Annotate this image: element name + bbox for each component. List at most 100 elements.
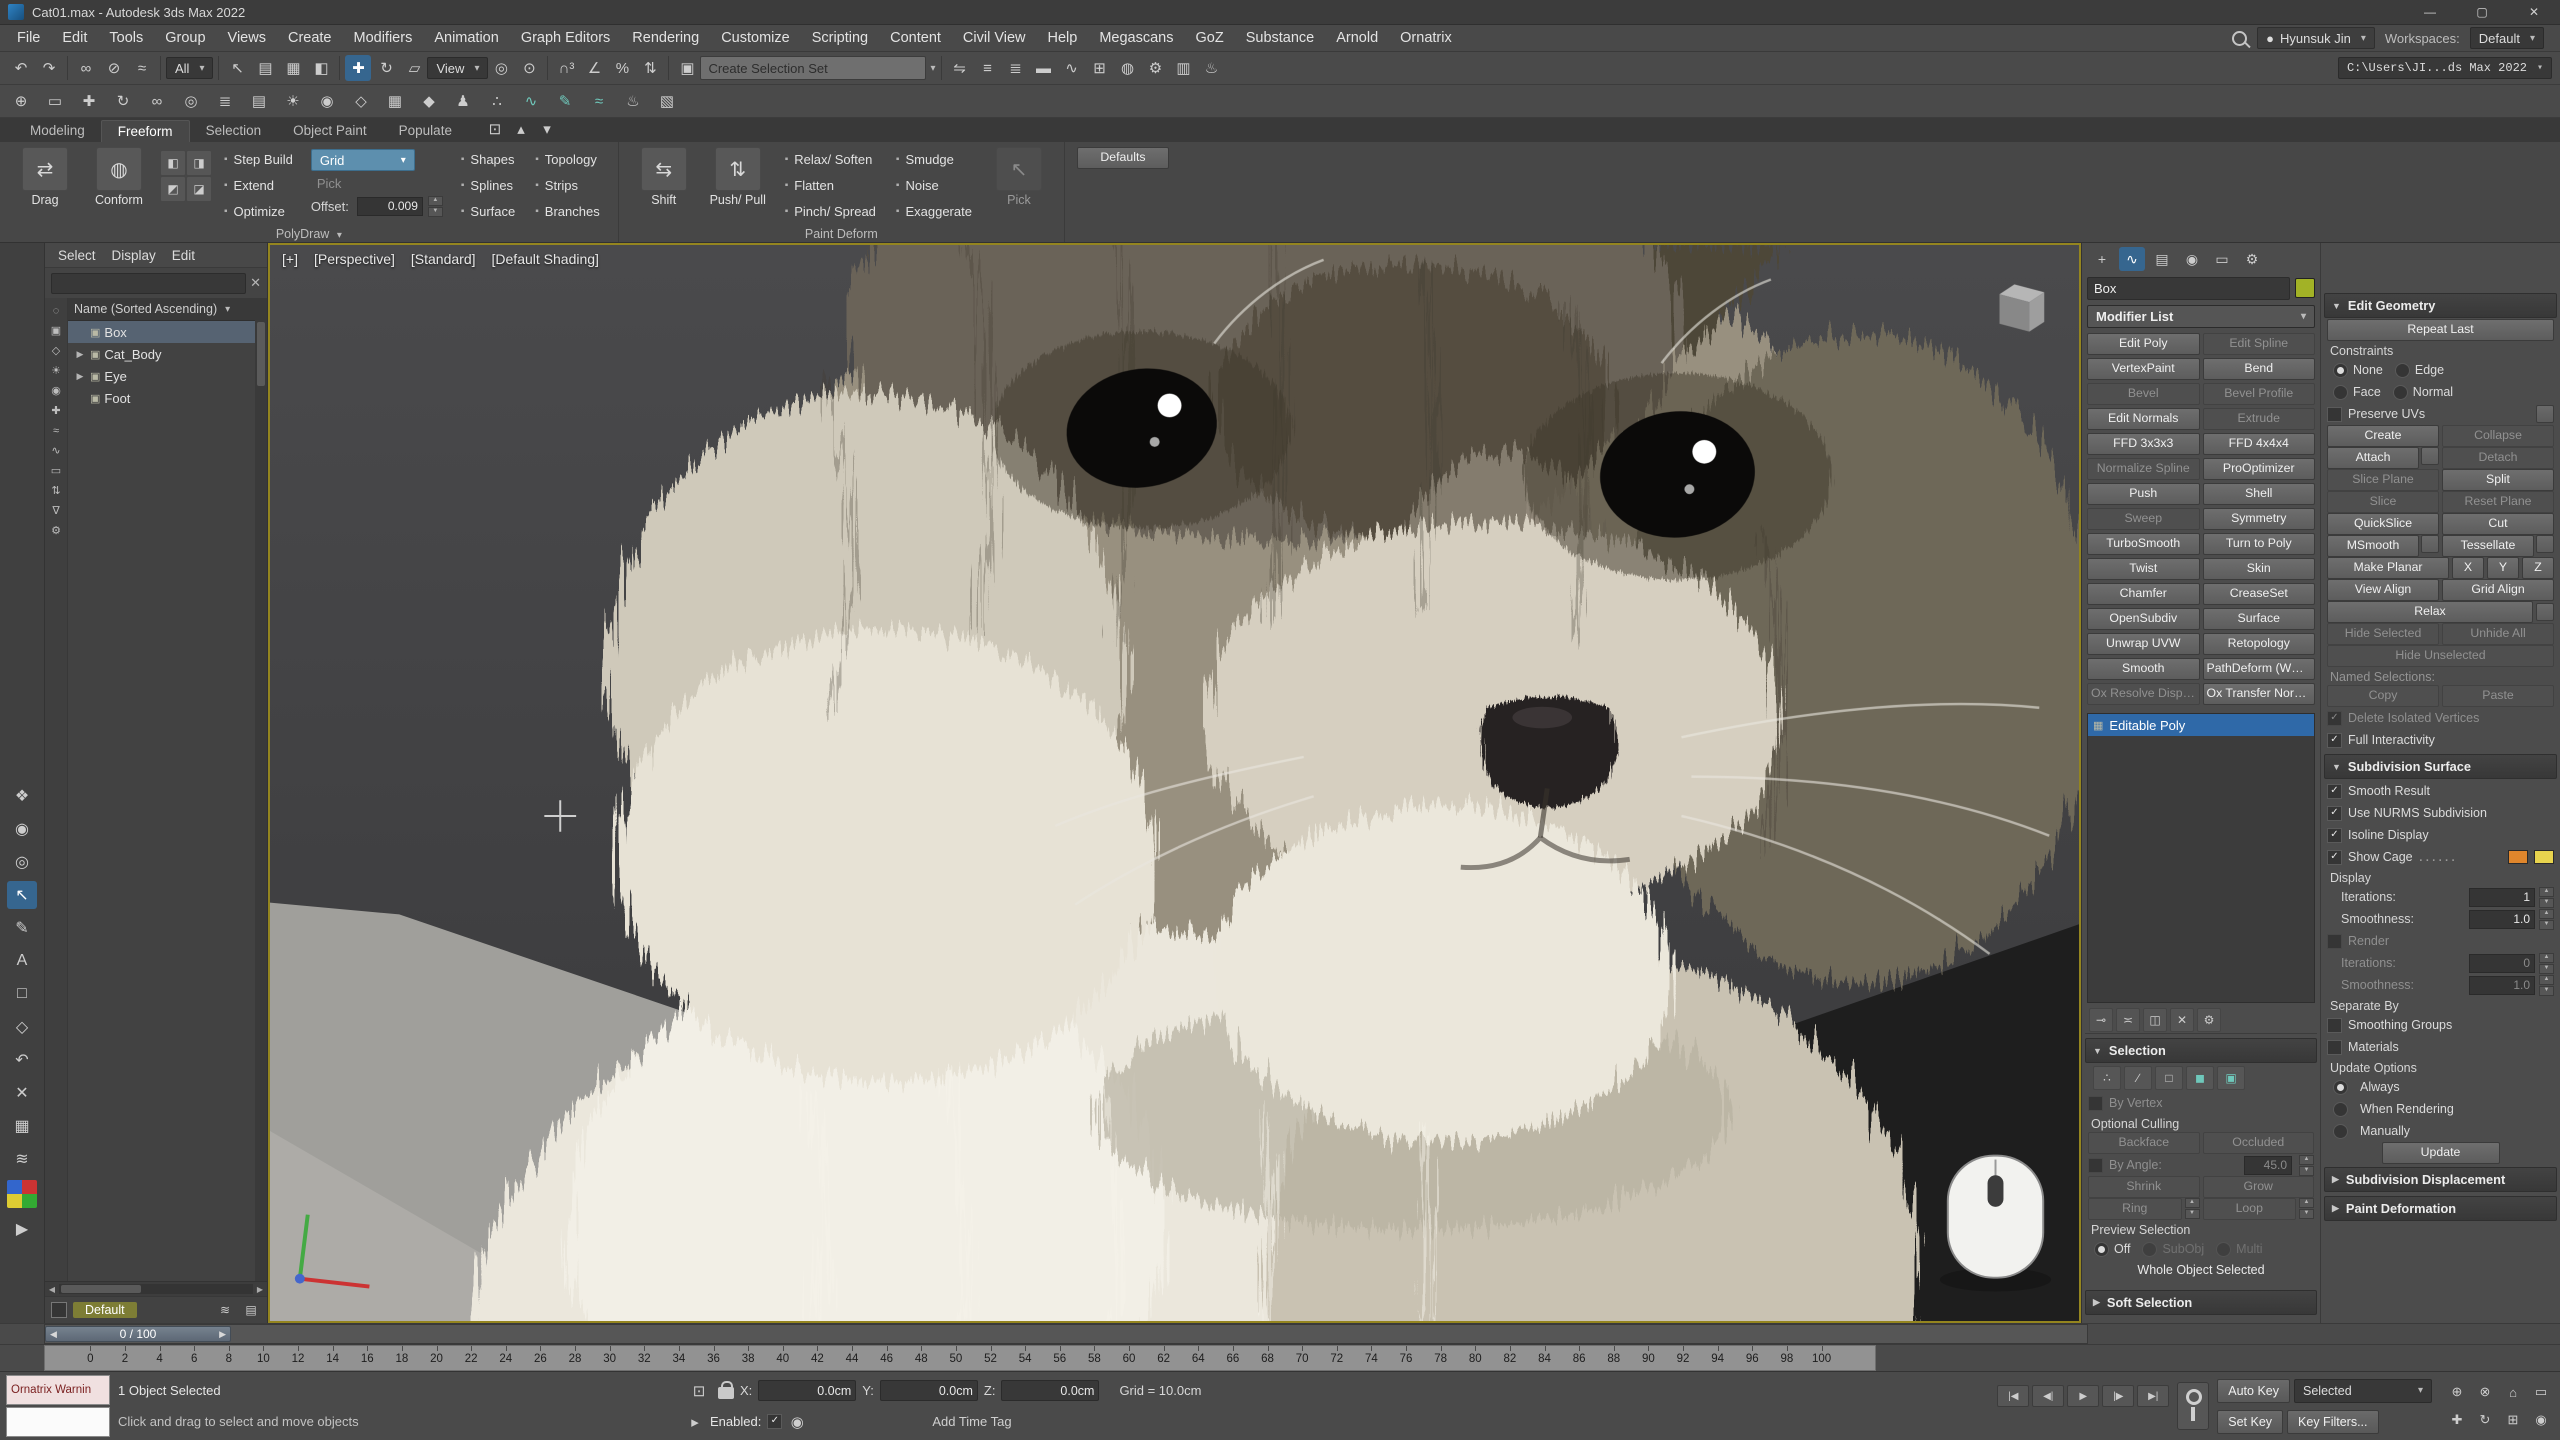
smooth-result-checkbox[interactable]: ✓ [2327,784,2342,799]
push-pull-tool-button[interactable]: ⇅ Push/ Pull [705,147,771,224]
explorer-search-input[interactable] [51,273,246,294]
scroll-left-icon[interactable]: ◀ [45,1285,59,1294]
multi-radio[interactable] [2216,1242,2231,1257]
maximize-viewport-toggle-icon[interactable]: ⊞ [2500,1407,2526,1433]
frame-tick-98[interactable]: 98 [1770,1346,1805,1370]
occluded-button[interactable]: Occluded [2203,1132,2315,1154]
schematic-view-icon[interactable]: ⊞ [1087,55,1113,81]
frame-tick-16[interactable]: 16 [350,1346,385,1370]
select-by-name-icon[interactable]: ▤ [252,55,278,81]
frame-tick-74[interactable]: 74 [1354,1346,1389,1370]
add-time-tag[interactable]: Add Time Tag [932,1414,1011,1429]
frame-tick-50[interactable]: 50 [939,1346,974,1370]
ribbon-tab-freeform[interactable]: Freeform [101,120,190,142]
update-button[interactable]: Update [2382,1142,2500,1164]
make-unique-icon[interactable]: ◫ [2143,1008,2167,1032]
spinner-snap-toggle-icon[interactable]: ⇅ [637,55,663,81]
track-bar-ruler[interactable]: 0246810121416182022242628303234363840424… [44,1345,1876,1371]
explorer-item-cat-body[interactable]: ▶▣Cat_Body [68,343,267,365]
modifier-shell-button[interactable]: Shell [2203,483,2316,505]
text-a-tool-icon[interactable]: A [7,947,37,975]
ribbon-tab-modeling[interactable]: Modeling [14,120,101,142]
layer-color-swatch[interactable] [51,1302,67,1318]
zoom-all-icon[interactable]: ⊗ [2472,1379,2498,1405]
eye-toggle-icon[interactable]: ◎ [7,848,37,876]
frame-tick-62[interactable]: 62 [1146,1346,1181,1370]
strands-tool-icon[interactable]: ≋ [7,1145,37,1173]
color-palette-icon[interactable] [7,1180,37,1208]
frame-tick-42[interactable]: 42 [800,1346,835,1370]
frame-tick-30[interactable]: 30 [592,1346,627,1370]
pin-stack-icon[interactable]: ⊸ [2089,1008,2113,1032]
field-of-view-icon[interactable]: ◉ [2528,1407,2554,1433]
explorer-item-eye[interactable]: ▶▣Eye [68,365,267,387]
menu-civil-view[interactable]: Civil View [952,25,1037,51]
orbit-view-icon[interactable]: ↻ [2472,1407,2498,1433]
menu-content[interactable]: Content [879,25,952,51]
rollout-header-soft-selection[interactable]: ▶ Soft Selection [2085,1290,2317,1315]
snap-toggle-3d-icon[interactable]: ∩³ [553,55,579,81]
frame-tick-80[interactable]: 80 [1458,1346,1493,1370]
iterations-field[interactable]: 0 [2469,954,2535,973]
step-build-button[interactable]: ▪Step Build [218,147,299,172]
modifier-symmetry-button[interactable]: Symmetry [2203,508,2316,530]
remove-modifier-icon[interactable]: ✕ [2170,1008,2194,1032]
ring-button[interactable]: Ring [2088,1198,2182,1220]
maximize-button[interactable]: ▢ [2456,0,2508,24]
key-filters-button[interactable]: Key Filters... [2287,1410,2378,1434]
viewport-menu-renderer[interactable]: [Standard] [411,251,476,267]
maxscript-mini-listener[interactable]: Ornatrix Warnin [6,1375,110,1437]
frame-tick-2[interactable]: 2 [108,1346,143,1370]
explorer-column-header[interactable]: Name (Sorted Ascending) ▾ [68,298,267,321]
frame-tick-10[interactable]: 10 [246,1346,281,1370]
topology-button[interactable]: ▪Topology [529,147,605,172]
select-and-rotate-icon[interactable]: ↻ [373,55,399,81]
frame-tick-4[interactable]: 4 [142,1346,177,1370]
modifier-ffd-4x4x4-button[interactable]: FFD 4x4x4 [2203,433,2316,455]
frame-tick-100[interactable]: 100 [1804,1346,1839,1370]
by-angle-value-field[interactable]: 45.0 [2244,1156,2292,1175]
explorer-item-foot[interactable]: ▣Foot [68,387,267,409]
display-shapes-icon[interactable]: ◇ [47,342,65,359]
extend-button[interactable]: ▪Extend [218,173,299,198]
frame-tick-6[interactable]: 6 [177,1346,212,1370]
display-geometry-icon[interactable]: ▣ [47,322,65,339]
slice-plane-button[interactable]: Slice Plane [2327,469,2439,491]
modifier-ox-transfer-normals-button[interactable]: Ox Transfer Normals [2203,683,2316,705]
go-to-start-icon[interactable]: |◀ [1997,1385,2029,1407]
z-button[interactable]: Z [2522,557,2554,579]
modifier-sweep-button[interactable]: Sweep [2087,508,2200,530]
settings-mini-button[interactable] [2421,447,2439,465]
set-key-button[interactable]: Set Key [2217,1410,2283,1434]
frame-tick-94[interactable]: 94 [1700,1346,1735,1370]
split-button[interactable]: Split [2442,469,2554,491]
viewport-menu-pov[interactable]: [Perspective] [314,251,395,267]
display-groups-icon[interactable]: ▭ [47,462,65,479]
menu-customize[interactable]: Customize [710,25,801,51]
reference-coordinate-select[interactable]: View ▾ [427,57,488,79]
msmooth-button[interactable]: MSmooth [2327,535,2419,557]
record-icon[interactable]: ◉ [788,1409,806,1435]
frame-tick-8[interactable]: 8 [212,1346,247,1370]
modifier-extrude-button[interactable]: Extrude [2203,408,2316,430]
collapse-button[interactable]: Collapse [2442,425,2554,447]
previous-frame-icon[interactable]: ◀| [2032,1385,2064,1407]
spinner[interactable]: ▲▼ [2539,887,2554,908]
display-lights-icon[interactable]: ☀ [47,362,65,379]
grid-align-button[interactable]: Grid Align [2442,579,2554,601]
frame-tick-52[interactable]: 52 [973,1346,1008,1370]
ribbon-config-icon[interactable]: ▾ [534,116,560,142]
search-icon[interactable] [2232,31,2247,46]
rollout-header-edit-geometry[interactable]: ▼Edit Geometry [2324,293,2557,318]
flatten-button[interactable]: ▪Flatten [779,173,882,198]
ornatrix-brush-icon[interactable]: ✎ [552,88,578,114]
select-and-move-icon[interactable]: ✚ [345,55,371,81]
zoom-region-tool-icon[interactable]: ▭ [42,88,68,114]
ribbon-minimize-icon[interactable]: ▴ [508,116,534,142]
frame-tick-0[interactable]: 0 [73,1346,108,1370]
conform-relax-icon[interactable]: ◨ [186,150,212,176]
show-end-result-icon[interactable]: ≍ [2116,1008,2140,1032]
modifier-edit-poly-button[interactable]: Edit Poly [2087,333,2200,355]
modifier-stack[interactable]: ▦Editable Poly [2087,713,2315,1003]
menu-create[interactable]: Create [277,25,343,51]
